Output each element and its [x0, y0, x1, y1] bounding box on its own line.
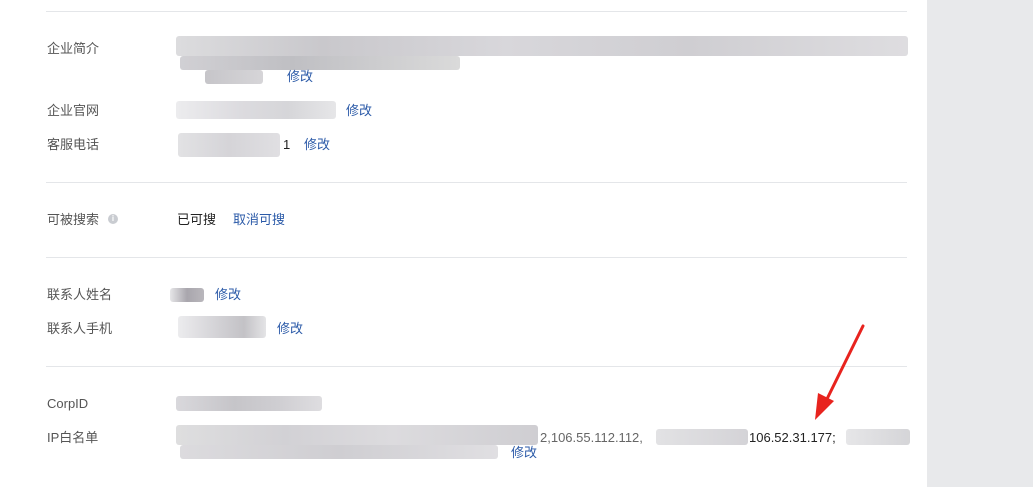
edit-contact-name-link[interactable]: 修改: [215, 286, 241, 304]
ip-whitelist-label: IP白名单: [47, 430, 99, 445]
ip-visible-text: 106.52.31.177;: [749, 430, 836, 445]
contact-phone-redacted: [178, 316, 266, 338]
divider: [46, 182, 907, 183]
service-phone-label: 客服电话: [47, 137, 100, 152]
cancel-searchable-link[interactable]: 取消可搜: [233, 211, 285, 229]
searchable-label: 可被搜索: [47, 212, 100, 227]
divider: [46, 366, 907, 367]
website-label: 企业官网: [47, 103, 100, 118]
corpid-redacted: [176, 396, 322, 411]
website-redacted: [176, 101, 336, 119]
contact-name-label: 联系人姓名: [47, 287, 113, 302]
corpid-label: CorpID: [47, 396, 89, 411]
divider: [46, 257, 907, 258]
edit-website-link[interactable]: 修改: [346, 102, 372, 120]
contact-phone-label: 联系人手机: [47, 321, 113, 336]
edit-company-intro-link[interactable]: 修改: [287, 68, 313, 86]
edit-service-phone-link[interactable]: 修改: [304, 136, 330, 154]
searchable-status: 已可搜: [177, 212, 217, 227]
enterprise-info-card: 企业简介 修改 企业官网 修改 客服电话 1 修改 可被搜索 i 已可搜 取消可…: [0, 0, 927, 487]
divider: [46, 11, 907, 12]
ip-partial-text: 2,106.55.112.112,: [540, 430, 643, 445]
info-icon[interactable]: i: [108, 214, 118, 224]
edit-contact-phone-link[interactable]: 修改: [277, 320, 303, 338]
edit-ip-whitelist-link[interactable]: 修改: [511, 444, 537, 462]
contact-name-redacted: [170, 288, 204, 302]
company-intro-label: 企业简介: [47, 41, 100, 56]
service-phone-redacted: [178, 133, 280, 157]
service-phone-tail: 1: [283, 137, 291, 152]
